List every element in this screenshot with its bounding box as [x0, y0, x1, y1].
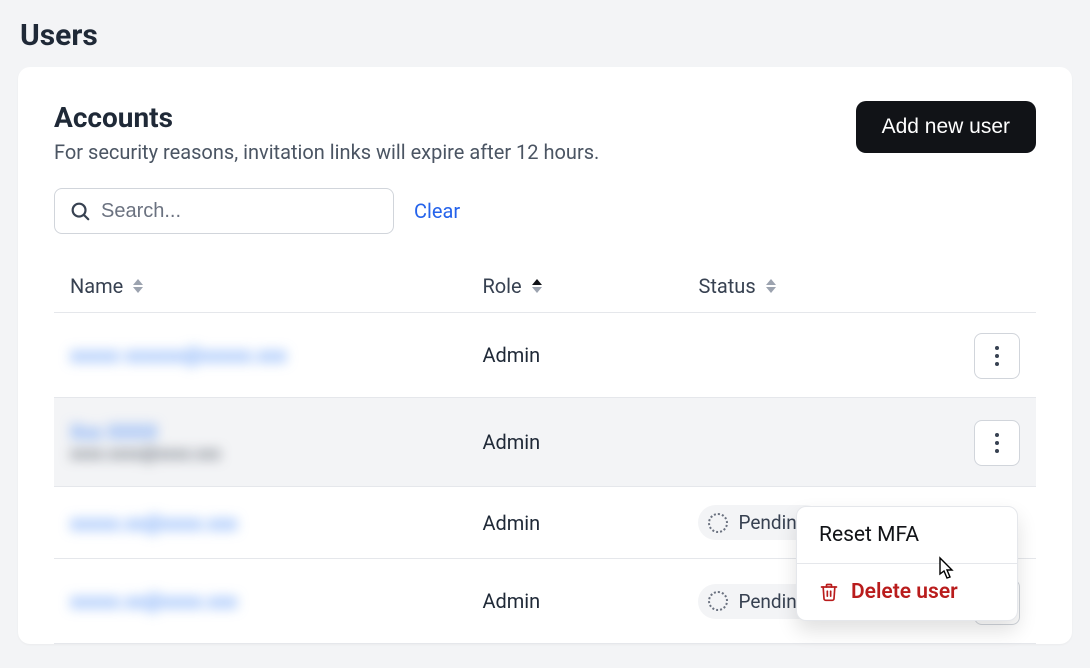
- user-name-redacted: Xxx XXXXxxxx.xxxx@xxxx.xxx: [70, 420, 450, 464]
- pending-icon: [708, 513, 728, 533]
- search-icon: [69, 200, 91, 222]
- user-name-redacted: xxxxx xxxxxx@xxxxx.xxx: [70, 343, 287, 367]
- column-header-name[interactable]: Name: [70, 274, 450, 298]
- sort-indicator-icon: [133, 279, 143, 293]
- user-role: Admin: [466, 398, 682, 487]
- table-header-row: Name Role Status: [54, 262, 1036, 313]
- clear-search-link[interactable]: Clear: [414, 199, 460, 223]
- card-header: Accounts For security reasons, invitatio…: [54, 101, 1036, 164]
- card-title: Accounts: [54, 101, 599, 134]
- trash-icon: [819, 582, 839, 602]
- user-role: Admin: [466, 313, 682, 398]
- sort-indicator-icon: [766, 279, 776, 293]
- row-actions-button[interactable]: [974, 333, 1020, 379]
- row-actions-button[interactable]: [974, 420, 1020, 466]
- card-subtitle: For security reasons, invitation links w…: [54, 140, 599, 164]
- row-actions-menu: Reset MFA Delete user: [796, 506, 1018, 621]
- column-header-status[interactable]: Status: [698, 274, 921, 298]
- page-title: Users: [0, 0, 1090, 67]
- add-user-button[interactable]: Add new user: [856, 101, 1036, 153]
- user-name-redacted: xxxxx.xx@xxxx.xxx: [70, 511, 237, 535]
- search-field-wrapper[interactable]: [54, 188, 394, 234]
- table-row: xxxxx xxxxxx@xxxxx.xxx Admin: [54, 313, 1036, 398]
- table-row: Xxx XXXXxxxx.xxxx@xxxx.xxx Admin: [54, 398, 1036, 487]
- column-header-role[interactable]: Role: [482, 274, 666, 298]
- delete-user-menu-item[interactable]: Delete user: [797, 564, 1017, 620]
- user-role: Admin: [466, 559, 682, 644]
- search-input[interactable]: [101, 200, 379, 223]
- reset-mfa-menu-item[interactable]: Reset MFA: [797, 507, 1017, 564]
- user-role: Admin: [466, 487, 682, 559]
- pending-icon: [708, 591, 728, 611]
- user-name-redacted: xxxxx.xx@xxxx.xxx: [70, 589, 237, 613]
- search-row: Clear: [54, 188, 1036, 234]
- sort-indicator-icon: [532, 279, 542, 293]
